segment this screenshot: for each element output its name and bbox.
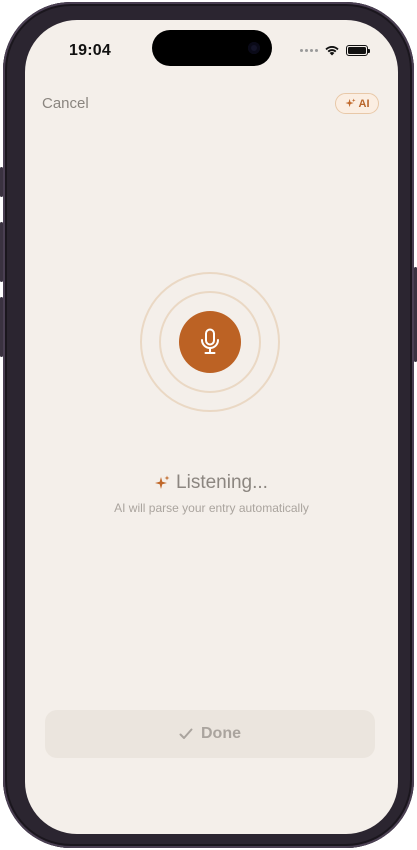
volume-up-button	[0, 222, 3, 282]
wifi-icon	[325, 46, 339, 56]
ai-parse-hint: AI will parse your entry automatically	[114, 501, 309, 515]
listening-text: Listening...	[176, 472, 268, 493]
home-indicator	[145, 821, 279, 826]
ai-badge-button[interactable]: AI	[335, 93, 379, 114]
sparkle-icon	[155, 475, 170, 489]
status-indicators	[300, 44, 370, 56]
cellular-signal-icon	[300, 48, 318, 52]
ai-badge-label: AI	[358, 97, 370, 110]
listening-status: Listening...	[25, 472, 398, 494]
app-screen: 19:04 Cancel AI Listening... AI will par…	[25, 20, 398, 834]
microphone-button[interactable]	[179, 311, 241, 373]
action-button	[0, 167, 3, 197]
done-label: Done	[201, 725, 241, 742]
sparkle-icon	[344, 98, 356, 108]
cancel-button[interactable]: Cancel	[42, 95, 89, 112]
status-time: 19:04	[69, 42, 111, 59]
battery-icon	[346, 44, 370, 56]
done-button[interactable]: Done	[45, 710, 375, 758]
volume-down-button	[0, 297, 3, 357]
phone-frame: 19:04 Cancel AI Listening... AI will par…	[0, 2, 417, 848]
microphone-icon	[201, 328, 219, 354]
checkmark-icon	[179, 728, 193, 739]
dynamic-island	[152, 30, 272, 66]
camera-icon	[248, 42, 260, 54]
